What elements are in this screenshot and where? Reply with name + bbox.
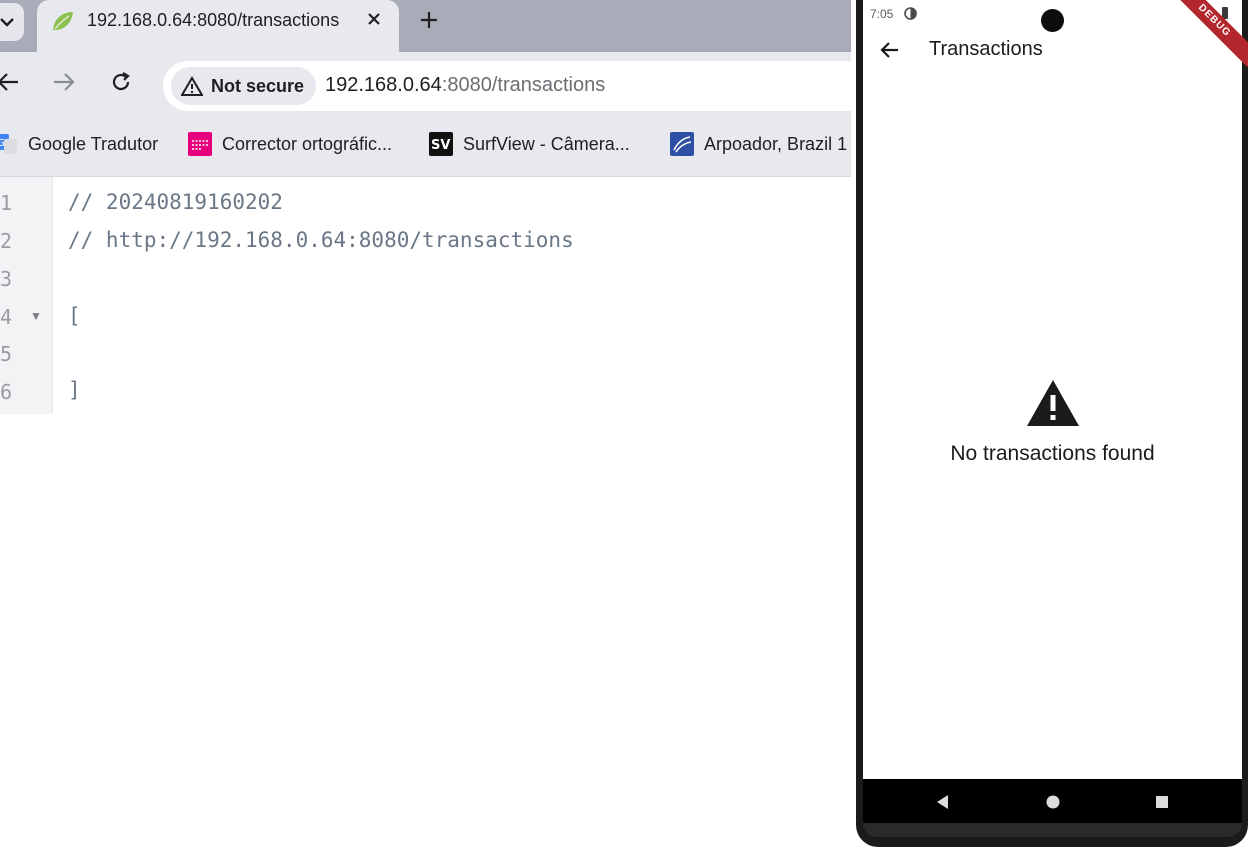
line-number: 6 xyxy=(0,380,12,404)
bookmark-label: Corrector ortográfic... xyxy=(222,133,393,154)
warning-icon xyxy=(1026,380,1079,426)
bookmark-google-tradutor[interactable]: G Google Tradutor xyxy=(0,132,158,156)
tab-strip: 192.168.0.64:8080/transactions xyxy=(0,0,851,52)
chevron-down-icon xyxy=(0,18,14,27)
arrow-back-icon[interactable] xyxy=(877,38,901,62)
code-line: ] xyxy=(68,378,81,402)
bookmarks-bar: G Google Tradutor Corrector ortográfic..… xyxy=(0,122,851,177)
url-host: 192.168.0.64 xyxy=(325,74,442,96)
fold-toggle-icon[interactable]: ▼ xyxy=(30,309,42,323)
status-bar: 7:05 DEBUG xyxy=(863,0,1248,67)
tab-search-button[interactable] xyxy=(0,3,24,41)
nav-recents-icon[interactable] xyxy=(1153,793,1171,811)
app-title: Transactions xyxy=(929,38,1043,60)
corrector-icon xyxy=(188,132,212,156)
tab-close-button[interactable] xyxy=(363,8,385,30)
bookmark-label: Google Tradutor xyxy=(28,133,159,154)
plus-icon xyxy=(421,12,437,28)
svg-text:G: G xyxy=(0,138,5,149)
code-line: // 20240819160202 xyxy=(68,190,283,214)
back-button[interactable] xyxy=(0,66,24,98)
reload-button[interactable] xyxy=(105,66,137,98)
arpoador-icon xyxy=(670,132,694,156)
browser-tab[interactable]: 192.168.0.64:8080/transactions xyxy=(37,0,399,52)
phone-bezel xyxy=(863,823,1242,837)
code-line: [ xyxy=(68,304,81,328)
tab-title: 192.168.0.64:8080/transactions xyxy=(87,10,340,30)
address-bar[interactable]: Not secure 192.168.0.64:8080/transaction… xyxy=(163,61,851,111)
json-viewer: 1 2 3 4 5 6 ▼ // 20240819160202 // http:… xyxy=(0,177,851,847)
browser-window: 192.168.0.64:8080/transactions Not secur… xyxy=(0,0,851,847)
line-number: 1 xyxy=(0,191,12,215)
new-tab-button[interactable] xyxy=(416,7,442,33)
code-line: // http://192.168.0.64:8080/transactions xyxy=(68,228,574,252)
status-time: 7:05 xyxy=(870,7,894,21)
bookmark-label: SurfView - Câmera... xyxy=(463,133,630,154)
line-number: 2 xyxy=(0,229,12,253)
line-number: 3 xyxy=(0,267,12,291)
app-bar: Transactions xyxy=(863,28,1242,72)
bookmark-arpoador[interactable]: Arpoador, Brazil 1 xyxy=(670,132,847,156)
nav-home-icon[interactable] xyxy=(1044,793,1062,811)
bookmark-surfview[interactable]: SV SurfView - Câmera... xyxy=(429,132,630,156)
url-path: :8080/transactions xyxy=(441,74,606,96)
phone-screen: 7:05 DEBUG Transactions No transactions … xyxy=(863,0,1248,779)
surfview-icon: SV xyxy=(429,132,453,156)
bookmark-label: Arpoador, Brazil 1 xyxy=(704,133,848,154)
line-number-gutter: 1 2 3 4 5 6 ▼ xyxy=(0,177,53,414)
arrow-left-icon xyxy=(0,73,18,91)
warning-triangle-icon xyxy=(181,76,203,96)
phone-emulator: 7:05 DEBUG Transactions No transactions … xyxy=(856,0,1248,847)
reload-icon xyxy=(112,72,130,91)
line-number: 5 xyxy=(0,342,12,366)
status-notification-icon xyxy=(904,7,917,20)
empty-state: No transactions found xyxy=(863,378,1242,466)
line-number: 4 xyxy=(0,305,12,329)
arrow-right-icon xyxy=(54,73,75,91)
spring-leaf-icon xyxy=(53,12,73,30)
url-text[interactable]: 192.168.0.64:8080/transactions xyxy=(325,74,605,97)
close-icon xyxy=(368,13,380,25)
svg-text:SV: SV xyxy=(431,138,450,153)
nav-back-icon[interactable] xyxy=(934,793,952,811)
not-secure-label: Not secure xyxy=(211,75,305,96)
google-translate-icon: G xyxy=(0,134,17,154)
browser-toolbar: Not secure 192.168.0.64:8080/transaction… xyxy=(0,52,851,122)
android-nav-bar xyxy=(863,779,1242,823)
not-secure-chip[interactable]: Not secure xyxy=(171,67,317,105)
empty-message: No transactions found xyxy=(950,442,1155,465)
forward-button[interactable] xyxy=(48,66,80,98)
bookmark-corrector[interactable]: Corrector ortográfic... xyxy=(188,132,392,156)
